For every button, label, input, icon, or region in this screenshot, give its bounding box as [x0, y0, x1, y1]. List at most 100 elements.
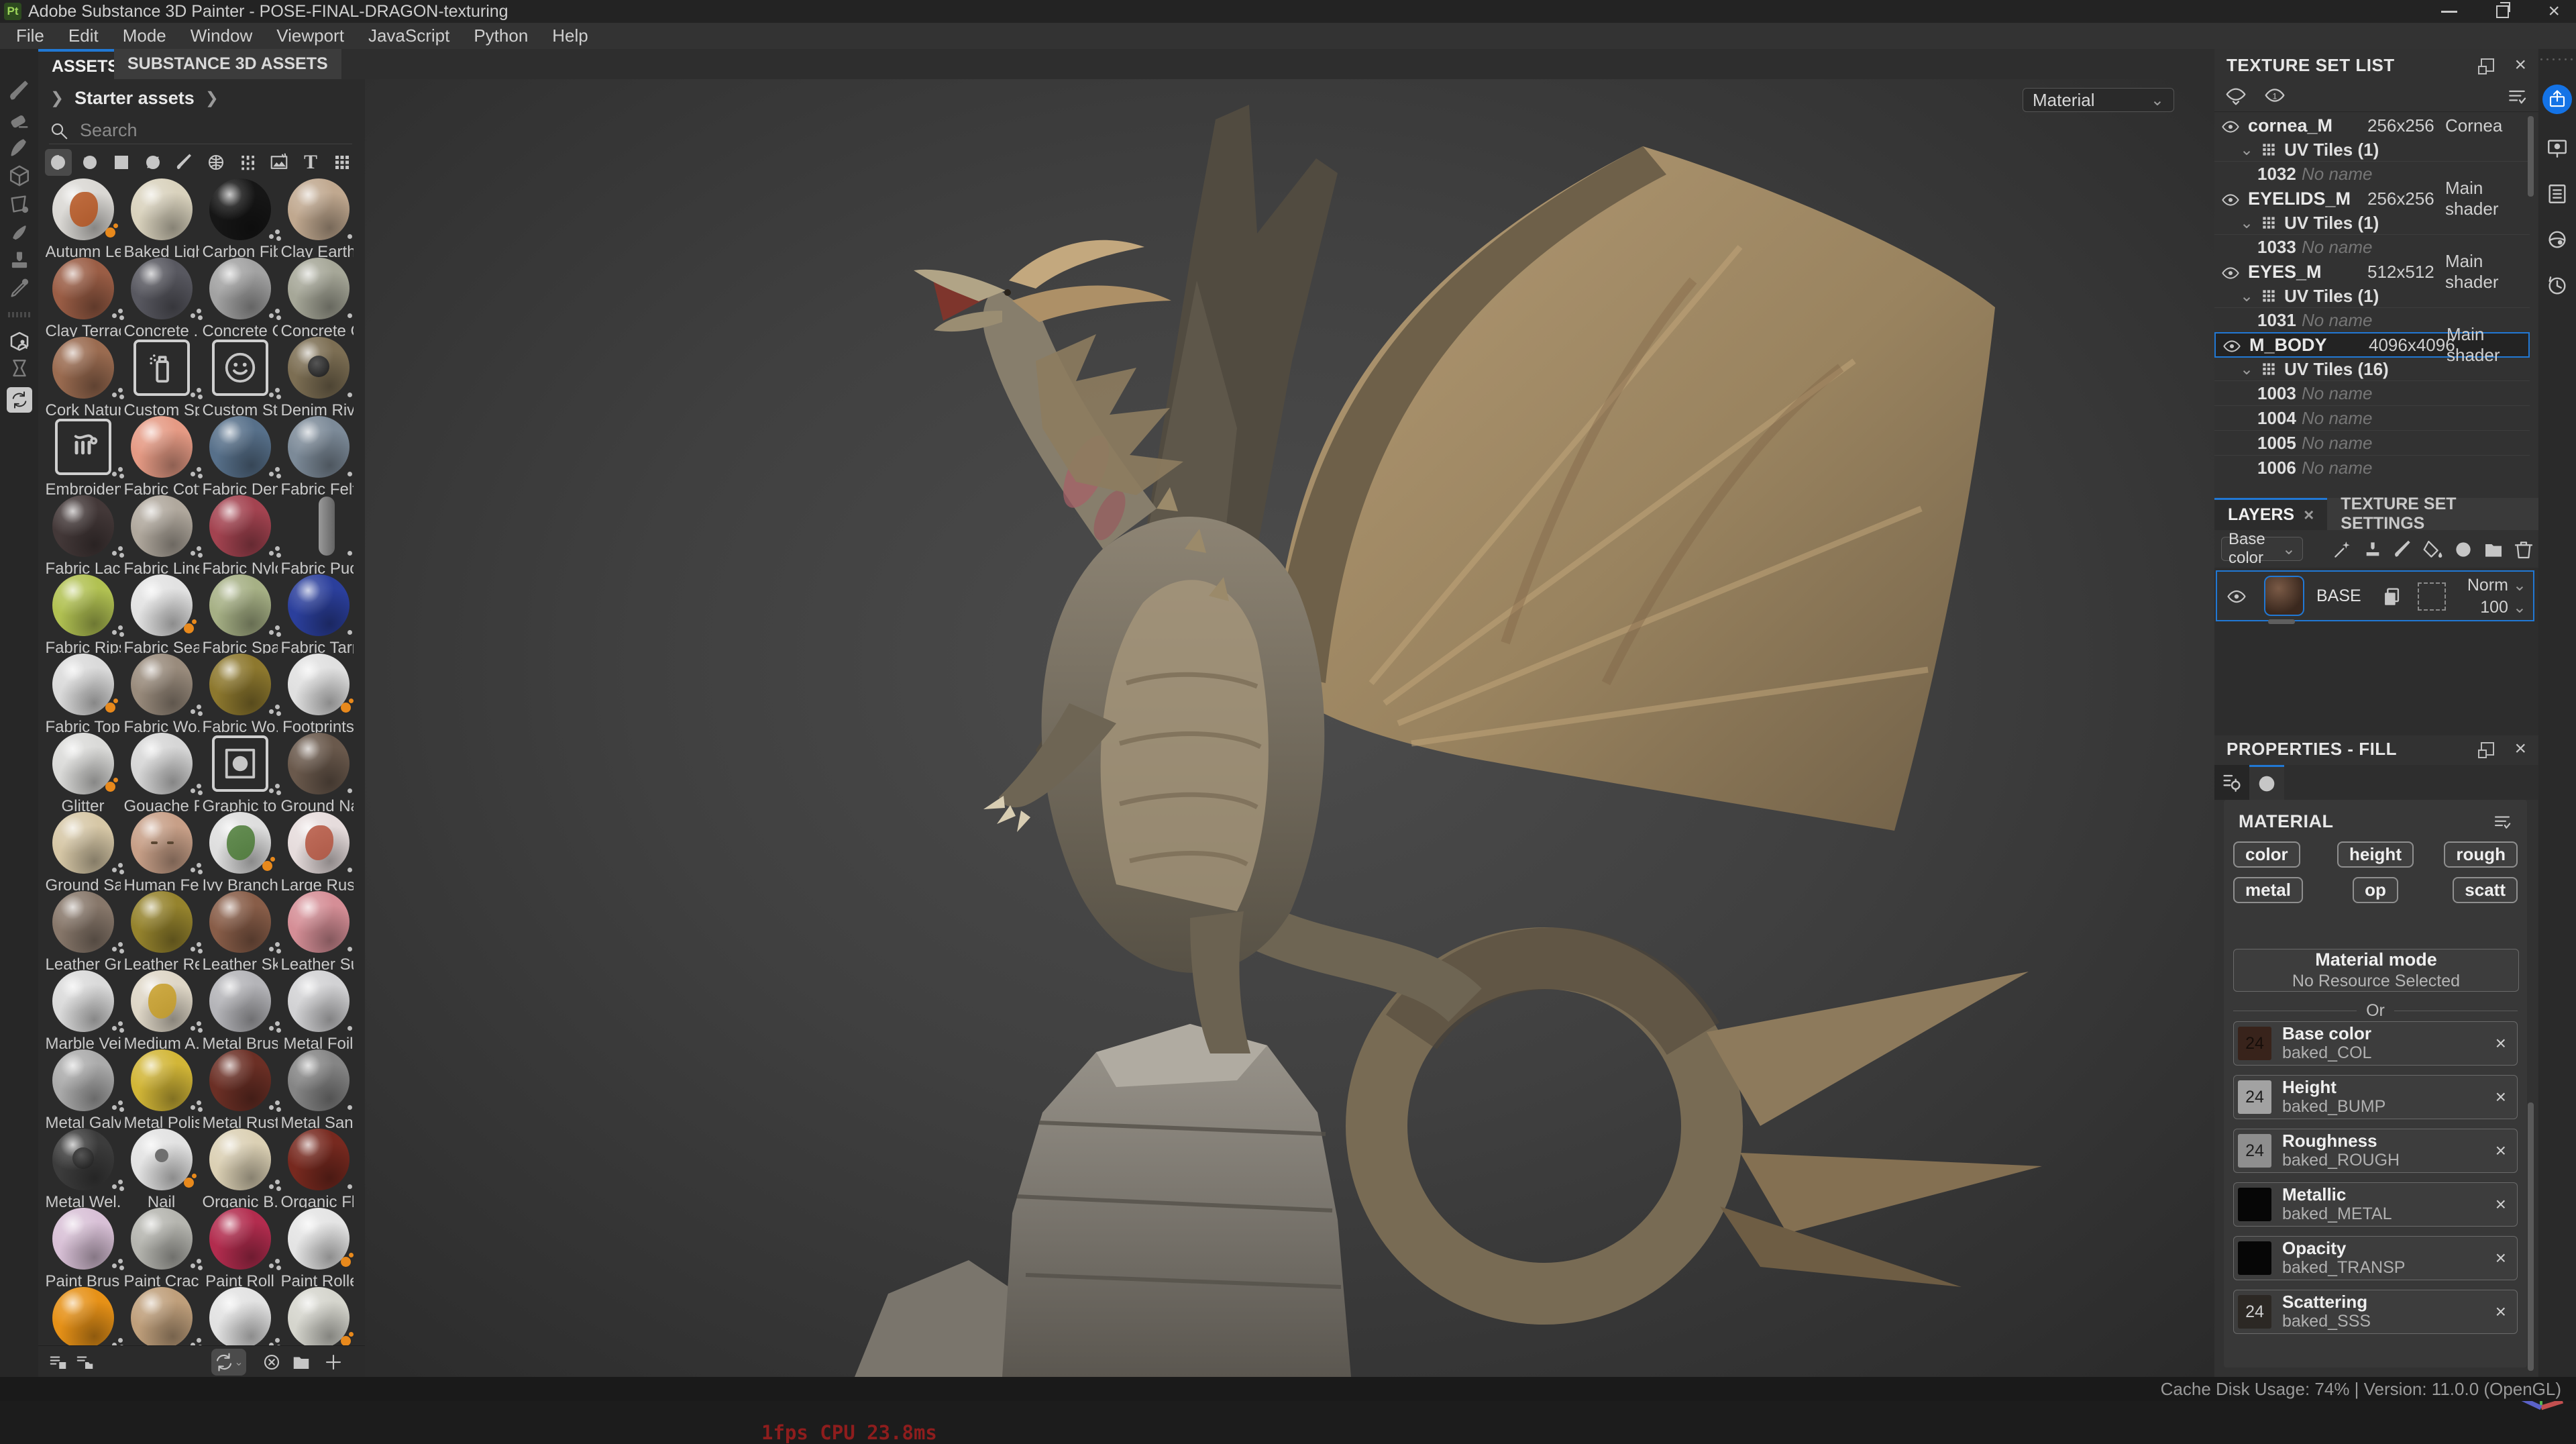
asset-item[interactable]: Leather Re... — [122, 891, 201, 970]
texture-set-row[interactable]: EYES_M512x512Main shader — [2214, 259, 2530, 285]
asset-item[interactable]: Fabric Rips... — [44, 574, 122, 654]
asset-thumbnail[interactable] — [52, 970, 114, 1032]
material-mode-button[interactable]: Material mode No Resource Selected — [2233, 949, 2519, 992]
breadcrumb-back-icon[interactable]: ❯ — [50, 89, 64, 108]
close-panel-icon[interactable]: × — [2514, 55, 2526, 75]
float-panel-icon[interactable] — [2481, 742, 2494, 756]
dock-drag-handle[interactable] — [2540, 58, 2575, 60]
layer-opacity-dropdown[interactable]: 100 ⌄ — [2467, 597, 2526, 619]
remove-resource-icon[interactable]: × — [2496, 1194, 2506, 1215]
layer-row-base[interactable]: BASE Norm ⌄ 100 ⌄ — [2216, 570, 2534, 621]
asset-thumbnail[interactable] — [209, 1049, 271, 1111]
asset-thumbnail[interactable] — [209, 178, 271, 240]
asset-item[interactable]: Fabric Linen — [122, 495, 201, 574]
search-input[interactable] — [78, 119, 323, 142]
menu-python[interactable]: Python — [467, 25, 545, 46]
paint-tool[interactable] — [5, 77, 34, 105]
channel-chip-height[interactable]: height — [2337, 841, 2414, 868]
eraser-tool[interactable] — [5, 105, 34, 134]
asset-item[interactable]: Concrete C... — [279, 258, 354, 337]
add-anchor-button[interactable] — [2362, 537, 2383, 560]
texture-set-scrollbar[interactable] — [2528, 116, 2534, 197]
remove-resource-icon[interactable]: × — [2496, 1301, 2506, 1323]
asset-thumbnail[interactable] — [288, 1287, 350, 1345]
asset-item[interactable] — [279, 1287, 354, 1345]
resource-card[interactable]: 24Roughnessbaked_ROUGH× — [2233, 1129, 2518, 1173]
channel-chip-op[interactable]: op — [2353, 877, 2398, 903]
restore-button[interactable] — [2496, 5, 2509, 18]
reimport-resources-button[interactable]: ⌄ — [211, 1349, 246, 1376]
resource-card[interactable]: 24Heightbaked_BUMP× — [2233, 1075, 2518, 1119]
breadcrumb-label[interactable]: Starter assets — [74, 88, 195, 109]
asset-item[interactable]: Concrete ... — [122, 258, 201, 337]
filter-smart-masks[interactable] — [108, 149, 135, 176]
asset-thumbnail[interactable] — [131, 337, 193, 399]
asset-item[interactable]: Footprints — [279, 654, 354, 733]
asset-thumbnail[interactable] — [209, 812, 271, 874]
asset-item[interactable]: Fabric Tarp... — [279, 574, 354, 654]
asset-item[interactable]: Carbon Fib... — [201, 178, 279, 258]
visibility-single-icon[interactable]: 1 — [2264, 84, 2286, 106]
asset-thumbnail[interactable] — [288, 1129, 350, 1190]
asset-item[interactable]: Cork Natural — [44, 337, 122, 416]
asset-thumbnail[interactable] — [288, 495, 350, 557]
asset-thumbnail[interactable] — [131, 812, 193, 874]
asset-item[interactable]: Fabric Puc... — [279, 495, 354, 574]
asset-thumbnail[interactable] — [209, 258, 271, 319]
texture-set-row[interactable]: M_BODY4096x4096Main shader — [2214, 332, 2530, 358]
asset-thumbnail[interactable] — [131, 416, 193, 478]
add-paint-layer-button[interactable] — [2392, 537, 2414, 560]
breadcrumb-forward-icon[interactable]: ❯ — [205, 89, 219, 108]
filter-smart-materials[interactable] — [76, 149, 103, 176]
asset-thumbnail[interactable] — [52, 574, 114, 636]
asset-thumbnail[interactable] — [52, 1287, 114, 1345]
resource-card[interactable]: Metallicbaked_METAL× — [2233, 1182, 2518, 1227]
asset-item[interactable]: Ground Sa... — [44, 812, 122, 891]
layer-visibility-icon[interactable] — [2217, 585, 2247, 607]
asset-item[interactable]: Metal Galv... — [44, 1049, 122, 1129]
asset-thumbnail[interactable] — [288, 178, 350, 240]
asset-item[interactable]: Ivy Branch — [201, 812, 279, 891]
remove-resource-icon[interactable]: × — [2496, 1247, 2506, 1269]
asset-item[interactable]: Leather Skin — [201, 891, 279, 970]
projection-tool[interactable] — [5, 134, 34, 162]
uv-tile-row[interactable]: 1003No name — [2214, 380, 2530, 405]
outdated-resources-button[interactable] — [258, 1349, 285, 1376]
asset-item[interactable]: Embroidery — [44, 416, 122, 495]
log-panel-icon[interactable] — [2546, 183, 2569, 205]
asset-item[interactable]: Fabric Lace — [44, 495, 122, 574]
asset-thumbnail[interactable] — [288, 891, 350, 953]
asset-item[interactable] — [44, 1287, 122, 1345]
tab-substance-3d-assets[interactable]: SUBSTANCE 3D ASSETS — [114, 49, 341, 79]
channel-filter-dropdown[interactable]: Base color ⌄ — [2221, 537, 2303, 561]
list-filter-icon[interactable] — [2506, 85, 2528, 107]
menu-edit[interactable]: Edit — [62, 25, 116, 46]
menu-viewport[interactable]: Viewport — [270, 25, 362, 46]
filter-filters[interactable] — [140, 149, 166, 176]
asset-thumbnail[interactable] — [288, 416, 350, 478]
asset-item[interactable]: Nail — [122, 1129, 201, 1208]
add-resource-button[interactable] — [320, 1349, 347, 1376]
save-shelf-button[interactable] — [45, 1349, 72, 1376]
add-smart-material-button[interactable] — [2453, 537, 2474, 560]
asset-item[interactable]: Metal Foil — [279, 970, 354, 1049]
asset-item[interactable]: Paint Rolle... — [279, 1208, 354, 1287]
asset-thumbnail[interactable] — [52, 1129, 114, 1190]
asset-item[interactable]: Human Fe... — [122, 812, 201, 891]
polygon-fill-tool[interactable] — [5, 190, 34, 218]
tab-fill-settings[interactable] — [2214, 765, 2249, 800]
resource-card[interactable]: 24Scatteringbaked_SSS× — [2233, 1290, 2518, 1334]
asset-thumbnail[interactable] — [288, 733, 350, 794]
asset-item[interactable]: Metal San... — [279, 1049, 354, 1129]
filter-procedurals[interactable] — [234, 149, 261, 176]
history-icon[interactable] — [2546, 274, 2569, 297]
display-settings-icon[interactable] — [2546, 137, 2569, 160]
asset-item[interactable]: Organic B... — [201, 1129, 279, 1208]
asset-item[interactable]: Fabric Wo... — [122, 654, 201, 733]
asset-thumbnail[interactable] — [131, 178, 193, 240]
asset-item[interactable]: Metal Brus... — [201, 970, 279, 1049]
asset-item[interactable]: Metal Polis... — [122, 1049, 201, 1129]
asset-thumbnail[interactable] — [209, 337, 271, 399]
remove-resource-icon[interactable]: × — [2496, 1086, 2506, 1108]
texture-set-row[interactable]: cornea_M256x256Cornea — [2214, 113, 2530, 138]
